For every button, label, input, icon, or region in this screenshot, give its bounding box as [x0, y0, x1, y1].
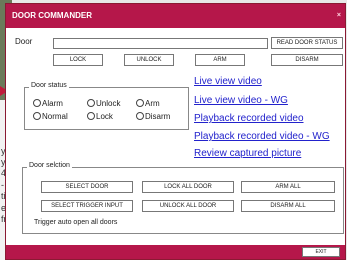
- lock-all-door-button[interactable]: LOCK ALL DOOR: [142, 181, 234, 193]
- radio-label: Arm: [145, 99, 160, 108]
- arm-all-button[interactable]: ARM ALL: [241, 181, 335, 193]
- radio-arm[interactable]: Arm: [136, 99, 160, 108]
- playback-recorded-video-wg-link[interactable]: Playback recorded video - WG: [194, 131, 330, 142]
- trigger-auto-open-text: Trigger auto open all doors: [34, 219, 118, 226]
- door-label: Door: [15, 37, 33, 46]
- window-title: DOOR COMMANDER: [12, 11, 92, 20]
- radio-label: Alarm: [42, 99, 63, 108]
- playback-recorded-video-link[interactable]: Playback recorded video: [194, 113, 304, 124]
- radio-circle-icon: [87, 112, 95, 120]
- radio-label: Unlock: [96, 99, 121, 108]
- read-door-status-button[interactable]: READ DOOR STATUS: [271, 37, 343, 49]
- radio-unlock[interactable]: Unlock: [87, 99, 120, 108]
- radio-label: Lock: [96, 112, 113, 121]
- live-view-video-link[interactable]: Live view video: [194, 76, 262, 87]
- title-bar: DOOR COMMANDER ×: [6, 4, 345, 28]
- door-commander-dialog: DOOR COMMANDER × Door READ DOOR STATUS L…: [5, 3, 346, 260]
- disarm-button[interactable]: DISARM: [271, 54, 343, 66]
- close-icon[interactable]: ×: [337, 4, 341, 28]
- radio-alarm[interactable]: Alarm: [33, 99, 63, 108]
- radio-label: Normal: [42, 112, 68, 121]
- door-input[interactable]: [53, 38, 268, 49]
- radio-circle-icon: [33, 112, 41, 120]
- radio-circle-icon: [136, 112, 144, 120]
- door-selection-title: Door selction: [27, 162, 72, 169]
- select-door-button[interactable]: SELECT DOOR: [41, 181, 133, 193]
- radio-lock[interactable]: Lock: [87, 112, 113, 121]
- radio-circle-icon: [33, 99, 41, 107]
- exit-button[interactable]: EXIT: [302, 247, 340, 257]
- radio-label: Disarm: [145, 112, 171, 121]
- radio-disarm[interactable]: Disarm: [136, 112, 170, 121]
- arm-button[interactable]: ARM: [195, 54, 245, 66]
- disarm-all-button[interactable]: DISARM ALL: [241, 200, 335, 212]
- door-status-title: Door status: [29, 82, 69, 89]
- review-captured-picture-link[interactable]: Review captured picture: [194, 148, 301, 159]
- radio-circle-icon: [136, 99, 144, 107]
- radio-circle-icon: [87, 99, 95, 107]
- door-selection-group: Door selction SELECT DOOR LOCK ALL DOOR …: [22, 162, 344, 234]
- lock-button[interactable]: LOCK: [53, 54, 103, 66]
- unlock-button[interactable]: UNLOCK: [124, 54, 174, 66]
- select-trigger-input-button[interactable]: SELECT TRIGGER INPUT: [41, 200, 133, 212]
- footer-bar: EXIT: [6, 245, 345, 259]
- radio-normal[interactable]: Normal: [33, 112, 68, 121]
- unlock-all-door-button[interactable]: UNLOCK ALL DOOR: [142, 200, 234, 212]
- door-status-group: Door status Alarm Unlock Arm Normal Lock…: [24, 82, 189, 130]
- live-view-video-wg-link[interactable]: Live view video - WG: [194, 95, 288, 106]
